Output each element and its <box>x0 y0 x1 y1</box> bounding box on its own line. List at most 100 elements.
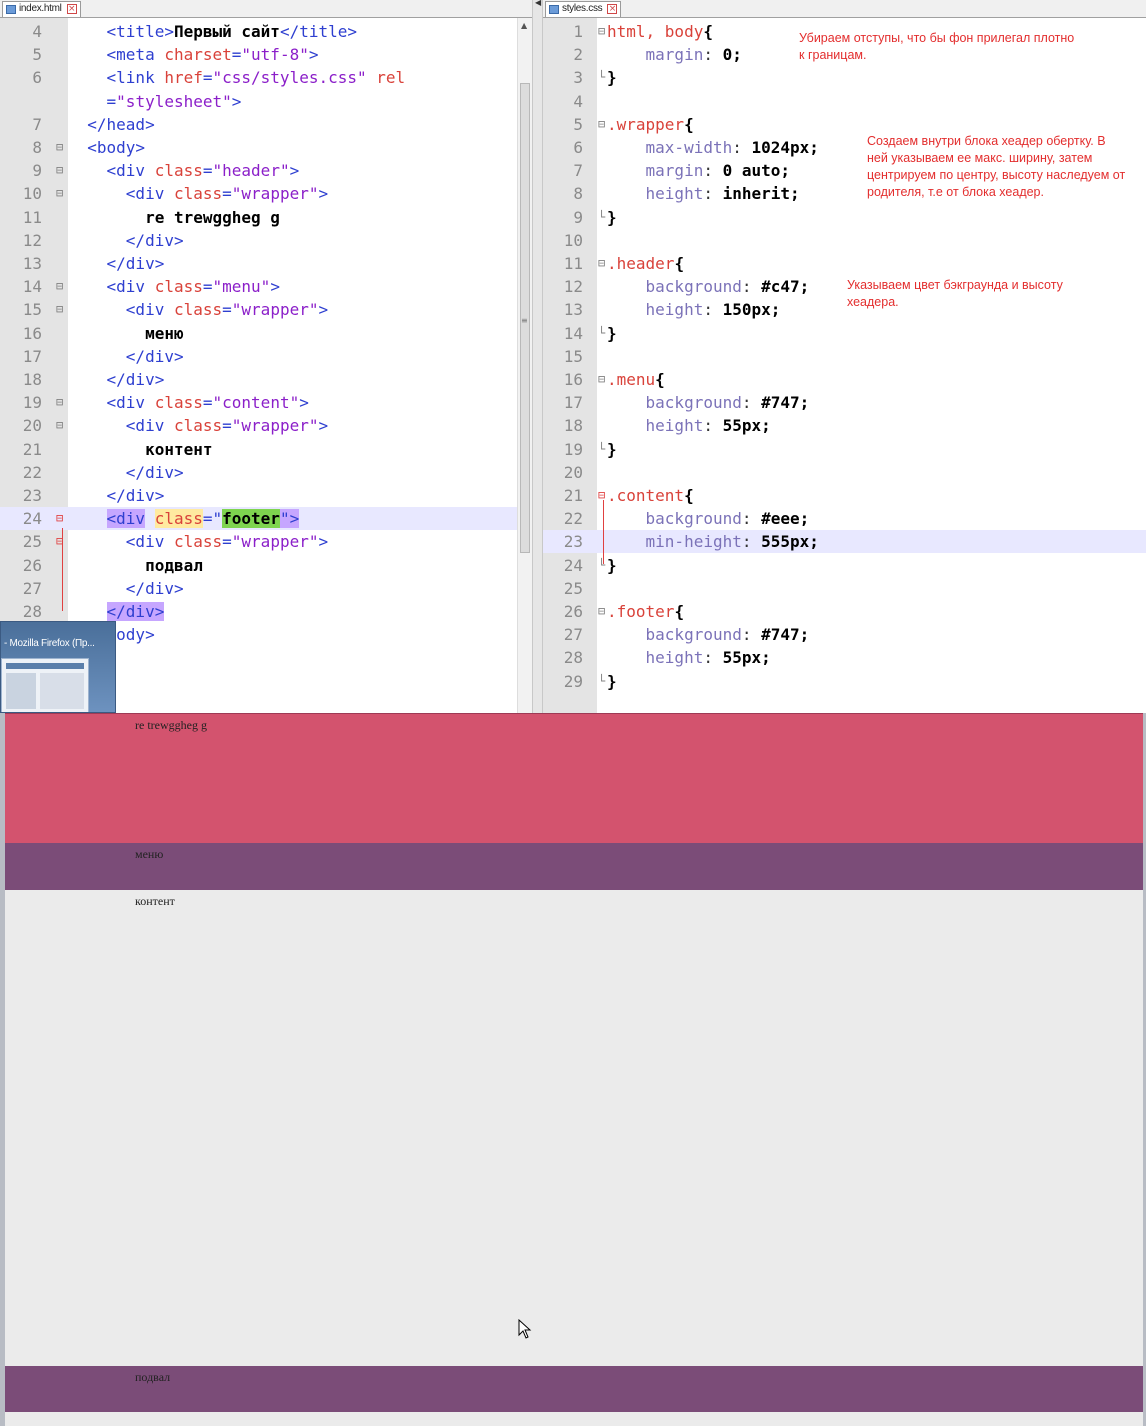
fold-toggle-icon[interactable]: ⊟ <box>56 136 63 159</box>
fold-toggle-icon[interactable]: ⊟ <box>598 368 605 391</box>
code-text: подвал <box>145 555 203 575</box>
code-line[interactable]: 25 ⊟ <div class="wrapper"> <box>0 530 532 553</box>
splitter-arrow-icon[interactable]: ◀ <box>535 0 541 7</box>
code-line[interactable]: 9 └} <box>543 206 1146 229</box>
code-line[interactable]: 4 <title>Первый сайт</title> <box>0 20 532 43</box>
fold-toggle-icon[interactable]: ⊟ <box>598 600 605 623</box>
site-header: re trewggheg g <box>5 713 1143 843</box>
code-line[interactable]: 15 <box>543 345 1146 368</box>
code-line[interactable]: 28 height: 55px; <box>543 646 1146 669</box>
fold-toggle-icon[interactable]: ⊟ <box>56 182 63 205</box>
code-line[interactable]: 4 <box>543 90 1146 113</box>
fold-toggle-icon[interactable]: ⊟ <box>56 159 63 182</box>
fold-toggle-icon[interactable]: ⊟ <box>56 414 63 437</box>
code-line[interactable]: 9 ⊟ <div class="header"> <box>0 159 532 182</box>
fold-toggle-icon[interactable]: ⊟ <box>56 275 63 298</box>
fold-toggle-icon[interactable]: ⊟ <box>598 113 605 136</box>
code-line[interactable]: 19 ⊟ <div class="content"> <box>0 391 532 414</box>
tab-label: styles.css <box>562 3 603 14</box>
code-text: min-height: 555px; <box>645 532 819 552</box>
fold-end-icon: └ <box>598 673 606 688</box>
line-number: 9 <box>573 207 583 227</box>
line-number: 20 <box>22 416 42 436</box>
code-line[interactable]: 20 <box>543 461 1146 484</box>
code-line[interactable]: 14 ⊟ <div class="menu"> <box>0 275 532 298</box>
line-number: 14 <box>563 323 583 343</box>
code-line[interactable]: 28 </div> <box>0 600 532 623</box>
code-line[interactable]: 11 re trewggheg g <box>0 206 532 229</box>
code-line[interactable]: 12 </div> <box>0 229 532 252</box>
code-line[interactable]: ="stylesheet"> <box>0 90 532 113</box>
fold-end-icon: └ <box>598 441 606 456</box>
fold-toggle-icon[interactable]: ⊟ <box>56 391 63 414</box>
code-line[interactable]: 22 </div> <box>0 461 532 484</box>
line-number: 22 <box>563 509 583 529</box>
close-icon[interactable]: × <box>607 4 618 14</box>
code-line[interactable]: 15 ⊟ <div class="wrapper"> <box>0 298 532 321</box>
fold-toggle-icon[interactable]: ⊟ <box>56 507 63 530</box>
code-text: height: 150px; <box>645 300 781 320</box>
code-line[interactable]: 26 подвал <box>0 554 532 577</box>
line-number: 17 <box>563 393 583 413</box>
scroll-up-arrow-icon[interactable]: ▲ <box>521 21 527 30</box>
code-line[interactable]: 11 ⊟ .header{ <box>543 252 1146 275</box>
line-number: 23 <box>563 532 583 552</box>
code-line[interactable]: 17 </div> <box>0 345 532 368</box>
vertical-scrollbar[interactable]: ▲ ≡ <box>517 18 532 713</box>
code-line[interactable]: 24 ⊟ <div class="footer"> <box>0 507 532 531</box>
code-line[interactable]: 7 </head> <box>0 113 532 136</box>
code-line[interactable]: 20 ⊟ <div class="wrapper"> <box>0 414 532 437</box>
fold-toggle-icon[interactable]: ⊟ <box>598 252 605 275</box>
fold-toggle-icon[interactable]: ⊟ <box>56 298 63 321</box>
code-line[interactable]: 25 <box>543 577 1146 600</box>
line-number: 1 <box>573 22 583 41</box>
line-number: 5 <box>573 114 583 134</box>
code-line[interactable]: 3 └} <box>543 66 1146 89</box>
code-text: margin: 0; <box>645 45 742 65</box>
fold-toggle-icon[interactable]: ⊟ <box>598 20 605 43</box>
line-number: 15 <box>22 300 42 320</box>
code-line[interactable]: 18 </div> <box>0 368 532 391</box>
close-icon[interactable]: × <box>66 4 77 14</box>
css-editor-pane[interactable]: styles.css × 1 ⊟ html, body{2 margin: 0; 3 └… <box>543 0 1146 713</box>
taskbar-window-thumbnail[interactable]: - Mozilla Firefox (Пр... <box>0 621 116 713</box>
code-line[interactable]: 6 <link href="css/styles.css" rel <box>0 66 532 89</box>
code-line[interactable]: 17 background: #747; <box>543 391 1146 414</box>
code-text: <div class="wrapper"> <box>125 300 329 320</box>
code-line[interactable]: 10 <box>543 229 1146 252</box>
code-line[interactable]: 14 └} <box>543 322 1146 345</box>
code-text: </div> <box>125 462 184 482</box>
tab-index-html[interactable]: index.html × <box>2 1 81 17</box>
line-number: 23 <box>22 486 42 505</box>
code-text: height: inherit; <box>645 184 800 204</box>
code-line[interactable]: 8 ⊟ <body> <box>0 136 532 159</box>
code-line[interactable]: 29 └} <box>543 670 1146 693</box>
code-line[interactable]: 18 height: 55px; <box>543 414 1146 437</box>
code-line[interactable]: 27 </div> <box>0 577 532 600</box>
code-line[interactable]: 13 </div> <box>0 252 532 275</box>
code-line[interactable]: 21 контент <box>0 438 532 461</box>
code-line[interactable]: 5 <meta charset="utf-8"> <box>0 43 532 66</box>
code-text: } <box>607 68 617 88</box>
code-line[interactable]: 27 background: #747; <box>543 623 1146 646</box>
code-line[interactable]: 23 min-height: 555px; <box>543 530 1146 554</box>
line-number: 22 <box>22 462 42 482</box>
line-number: 20 <box>563 462 583 482</box>
line-number: 27 <box>22 578 42 598</box>
tab-styles-css[interactable]: styles.css × <box>545 1 622 17</box>
code-line[interactable]: 24 └} <box>543 554 1146 577</box>
line-number: 24 <box>563 555 583 575</box>
code-line[interactable]: 26 ⊟ .footer{ <box>543 600 1146 623</box>
line-number: 28 <box>22 602 42 621</box>
html-editor-pane[interactable]: index.html × 4 <title>Первый сайт</title… <box>0 0 532 713</box>
code-line[interactable]: 21 ⊟ .content{ <box>543 484 1146 507</box>
code-text: <div class="content"> <box>106 393 309 413</box>
code-line[interactable]: 16 меню <box>0 322 532 345</box>
fold-toggle-icon[interactable]: ⊟ <box>598 484 605 507</box>
code-line[interactable]: 10 ⊟ <div class="wrapper"> <box>0 182 532 205</box>
code-line[interactable]: 23 </div> <box>0 484 532 507</box>
code-line[interactable]: 16 ⊟ .menu{ <box>543 368 1146 391</box>
code-line[interactable]: 19 └} <box>543 438 1146 461</box>
pane-splitter[interactable]: ◀ <box>532 0 543 713</box>
code-line[interactable]: 22 background: #eee; <box>543 507 1146 530</box>
